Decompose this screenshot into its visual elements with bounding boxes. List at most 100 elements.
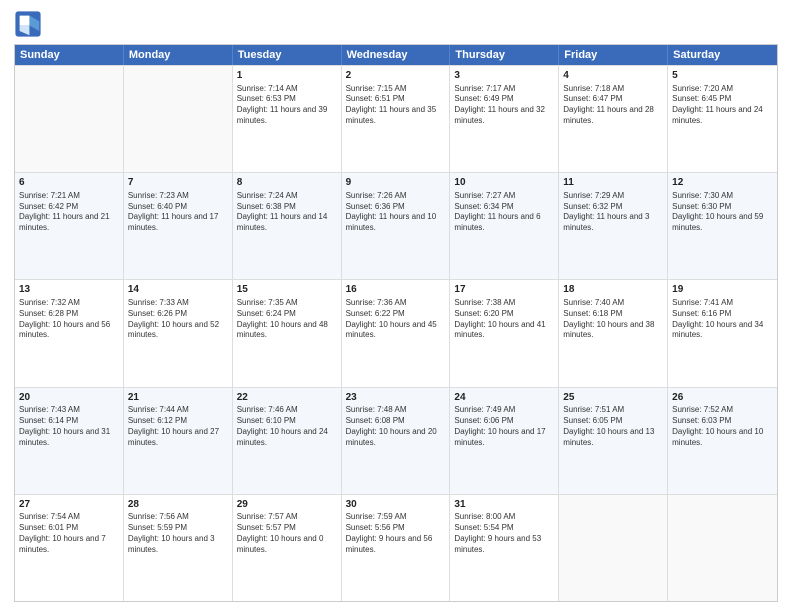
day-info: Sunrise: 7:51 AMSunset: 6:05 PMDaylight:… bbox=[563, 405, 663, 448]
day-info: Sunrise: 7:49 AMSunset: 6:06 PMDaylight:… bbox=[454, 405, 554, 448]
day-number: 28 bbox=[128, 498, 228, 512]
day-number: 5 bbox=[672, 69, 773, 83]
day-number: 31 bbox=[454, 498, 554, 512]
day-info: Sunrise: 7:21 AMSunset: 6:42 PMDaylight:… bbox=[19, 191, 119, 234]
day-number: 23 bbox=[346, 391, 446, 405]
weekday-header-wednesday: Wednesday bbox=[342, 45, 451, 65]
day-number: 3 bbox=[454, 69, 554, 83]
calendar-row-2: 13Sunrise: 7:32 AMSunset: 6:28 PMDayligh… bbox=[15, 279, 777, 386]
day-info: Sunrise: 7:26 AMSunset: 6:36 PMDaylight:… bbox=[346, 191, 446, 234]
day-number: 21 bbox=[128, 391, 228, 405]
day-cell-12: 12Sunrise: 7:30 AMSunset: 6:30 PMDayligh… bbox=[668, 173, 777, 279]
day-info: Sunrise: 7:20 AMSunset: 6:45 PMDaylight:… bbox=[672, 84, 773, 127]
day-cell-1: 1Sunrise: 7:14 AMSunset: 6:53 PMDaylight… bbox=[233, 66, 342, 172]
day-number: 17 bbox=[454, 283, 554, 297]
day-cell-13: 13Sunrise: 7:32 AMSunset: 6:28 PMDayligh… bbox=[15, 280, 124, 386]
day-info: Sunrise: 7:54 AMSunset: 6:01 PMDaylight:… bbox=[19, 512, 119, 555]
day-info: Sunrise: 7:15 AMSunset: 6:51 PMDaylight:… bbox=[346, 84, 446, 127]
logo bbox=[14, 10, 46, 38]
day-number: 19 bbox=[672, 283, 773, 297]
day-cell-28: 28Sunrise: 7:56 AMSunset: 5:59 PMDayligh… bbox=[124, 495, 233, 601]
day-cell-22: 22Sunrise: 7:46 AMSunset: 6:10 PMDayligh… bbox=[233, 388, 342, 494]
day-number: 14 bbox=[128, 283, 228, 297]
empty-cell bbox=[668, 495, 777, 601]
weekday-header-tuesday: Tuesday bbox=[233, 45, 342, 65]
day-cell-29: 29Sunrise: 7:57 AMSunset: 5:57 PMDayligh… bbox=[233, 495, 342, 601]
day-number: 22 bbox=[237, 391, 337, 405]
day-cell-14: 14Sunrise: 7:33 AMSunset: 6:26 PMDayligh… bbox=[124, 280, 233, 386]
day-cell-19: 19Sunrise: 7:41 AMSunset: 6:16 PMDayligh… bbox=[668, 280, 777, 386]
day-cell-3: 3Sunrise: 7:17 AMSunset: 6:49 PMDaylight… bbox=[450, 66, 559, 172]
day-cell-26: 26Sunrise: 7:52 AMSunset: 6:03 PMDayligh… bbox=[668, 388, 777, 494]
day-info: Sunrise: 7:48 AMSunset: 6:08 PMDaylight:… bbox=[346, 405, 446, 448]
day-cell-25: 25Sunrise: 7:51 AMSunset: 6:05 PMDayligh… bbox=[559, 388, 668, 494]
day-info: Sunrise: 7:52 AMSunset: 6:03 PMDaylight:… bbox=[672, 405, 773, 448]
day-cell-27: 27Sunrise: 7:54 AMSunset: 6:01 PMDayligh… bbox=[15, 495, 124, 601]
day-number: 29 bbox=[237, 498, 337, 512]
day-cell-21: 21Sunrise: 7:44 AMSunset: 6:12 PMDayligh… bbox=[124, 388, 233, 494]
day-number: 16 bbox=[346, 283, 446, 297]
day-info: Sunrise: 7:17 AMSunset: 6:49 PMDaylight:… bbox=[454, 84, 554, 127]
weekday-header-thursday: Thursday bbox=[450, 45, 559, 65]
day-info: Sunrise: 7:29 AMSunset: 6:32 PMDaylight:… bbox=[563, 191, 663, 234]
day-number: 24 bbox=[454, 391, 554, 405]
day-cell-2: 2Sunrise: 7:15 AMSunset: 6:51 PMDaylight… bbox=[342, 66, 451, 172]
day-info: Sunrise: 7:23 AMSunset: 6:40 PMDaylight:… bbox=[128, 191, 228, 234]
day-info: Sunrise: 7:56 AMSunset: 5:59 PMDaylight:… bbox=[128, 512, 228, 555]
empty-cell bbox=[559, 495, 668, 601]
day-cell-20: 20Sunrise: 7:43 AMSunset: 6:14 PMDayligh… bbox=[15, 388, 124, 494]
day-cell-11: 11Sunrise: 7:29 AMSunset: 6:32 PMDayligh… bbox=[559, 173, 668, 279]
day-cell-4: 4Sunrise: 7:18 AMSunset: 6:47 PMDaylight… bbox=[559, 66, 668, 172]
day-number: 2 bbox=[346, 69, 446, 83]
day-cell-23: 23Sunrise: 7:48 AMSunset: 6:08 PMDayligh… bbox=[342, 388, 451, 494]
day-info: Sunrise: 7:14 AMSunset: 6:53 PMDaylight:… bbox=[237, 84, 337, 127]
weekday-header-sunday: Sunday bbox=[15, 45, 124, 65]
day-number: 30 bbox=[346, 498, 446, 512]
calendar-row-4: 27Sunrise: 7:54 AMSunset: 6:01 PMDayligh… bbox=[15, 494, 777, 601]
day-info: Sunrise: 7:59 AMSunset: 5:56 PMDaylight:… bbox=[346, 512, 446, 555]
page: SundayMondayTuesdayWednesdayThursdayFrid… bbox=[0, 0, 792, 612]
day-cell-8: 8Sunrise: 7:24 AMSunset: 6:38 PMDaylight… bbox=[233, 173, 342, 279]
day-number: 9 bbox=[346, 176, 446, 190]
day-number: 8 bbox=[237, 176, 337, 190]
weekday-header-saturday: Saturday bbox=[668, 45, 777, 65]
empty-cell bbox=[124, 66, 233, 172]
day-info: Sunrise: 7:24 AMSunset: 6:38 PMDaylight:… bbox=[237, 191, 337, 234]
calendar: SundayMondayTuesdayWednesdayThursdayFrid… bbox=[14, 44, 778, 602]
day-number: 11 bbox=[563, 176, 663, 190]
day-info: Sunrise: 7:32 AMSunset: 6:28 PMDaylight:… bbox=[19, 298, 119, 341]
calendar-row-1: 6Sunrise: 7:21 AMSunset: 6:42 PMDaylight… bbox=[15, 172, 777, 279]
day-number: 15 bbox=[237, 283, 337, 297]
day-number: 7 bbox=[128, 176, 228, 190]
day-cell-17: 17Sunrise: 7:38 AMSunset: 6:20 PMDayligh… bbox=[450, 280, 559, 386]
day-info: Sunrise: 7:33 AMSunset: 6:26 PMDaylight:… bbox=[128, 298, 228, 341]
day-info: Sunrise: 7:46 AMSunset: 6:10 PMDaylight:… bbox=[237, 405, 337, 448]
day-info: Sunrise: 7:18 AMSunset: 6:47 PMDaylight:… bbox=[563, 84, 663, 127]
logo-icon bbox=[14, 10, 42, 38]
day-number: 6 bbox=[19, 176, 119, 190]
calendar-row-0: 1Sunrise: 7:14 AMSunset: 6:53 PMDaylight… bbox=[15, 65, 777, 172]
day-number: 10 bbox=[454, 176, 554, 190]
day-number: 1 bbox=[237, 69, 337, 83]
day-cell-30: 30Sunrise: 7:59 AMSunset: 5:56 PMDayligh… bbox=[342, 495, 451, 601]
empty-cell bbox=[15, 66, 124, 172]
day-cell-24: 24Sunrise: 7:49 AMSunset: 6:06 PMDayligh… bbox=[450, 388, 559, 494]
day-info: Sunrise: 7:27 AMSunset: 6:34 PMDaylight:… bbox=[454, 191, 554, 234]
day-info: Sunrise: 7:30 AMSunset: 6:30 PMDaylight:… bbox=[672, 191, 773, 234]
header bbox=[14, 10, 778, 38]
day-number: 25 bbox=[563, 391, 663, 405]
day-number: 18 bbox=[563, 283, 663, 297]
day-info: Sunrise: 7:40 AMSunset: 6:18 PMDaylight:… bbox=[563, 298, 663, 341]
day-cell-31: 31Sunrise: 8:00 AMSunset: 5:54 PMDayligh… bbox=[450, 495, 559, 601]
day-cell-7: 7Sunrise: 7:23 AMSunset: 6:40 PMDaylight… bbox=[124, 173, 233, 279]
weekday-header-monday: Monday bbox=[124, 45, 233, 65]
day-number: 13 bbox=[19, 283, 119, 297]
day-number: 20 bbox=[19, 391, 119, 405]
day-info: Sunrise: 7:41 AMSunset: 6:16 PMDaylight:… bbox=[672, 298, 773, 341]
calendar-body: 1Sunrise: 7:14 AMSunset: 6:53 PMDaylight… bbox=[15, 65, 777, 601]
calendar-header: SundayMondayTuesdayWednesdayThursdayFrid… bbox=[15, 45, 777, 65]
day-info: Sunrise: 7:36 AMSunset: 6:22 PMDaylight:… bbox=[346, 298, 446, 341]
day-number: 27 bbox=[19, 498, 119, 512]
day-cell-15: 15Sunrise: 7:35 AMSunset: 6:24 PMDayligh… bbox=[233, 280, 342, 386]
calendar-row-3: 20Sunrise: 7:43 AMSunset: 6:14 PMDayligh… bbox=[15, 387, 777, 494]
